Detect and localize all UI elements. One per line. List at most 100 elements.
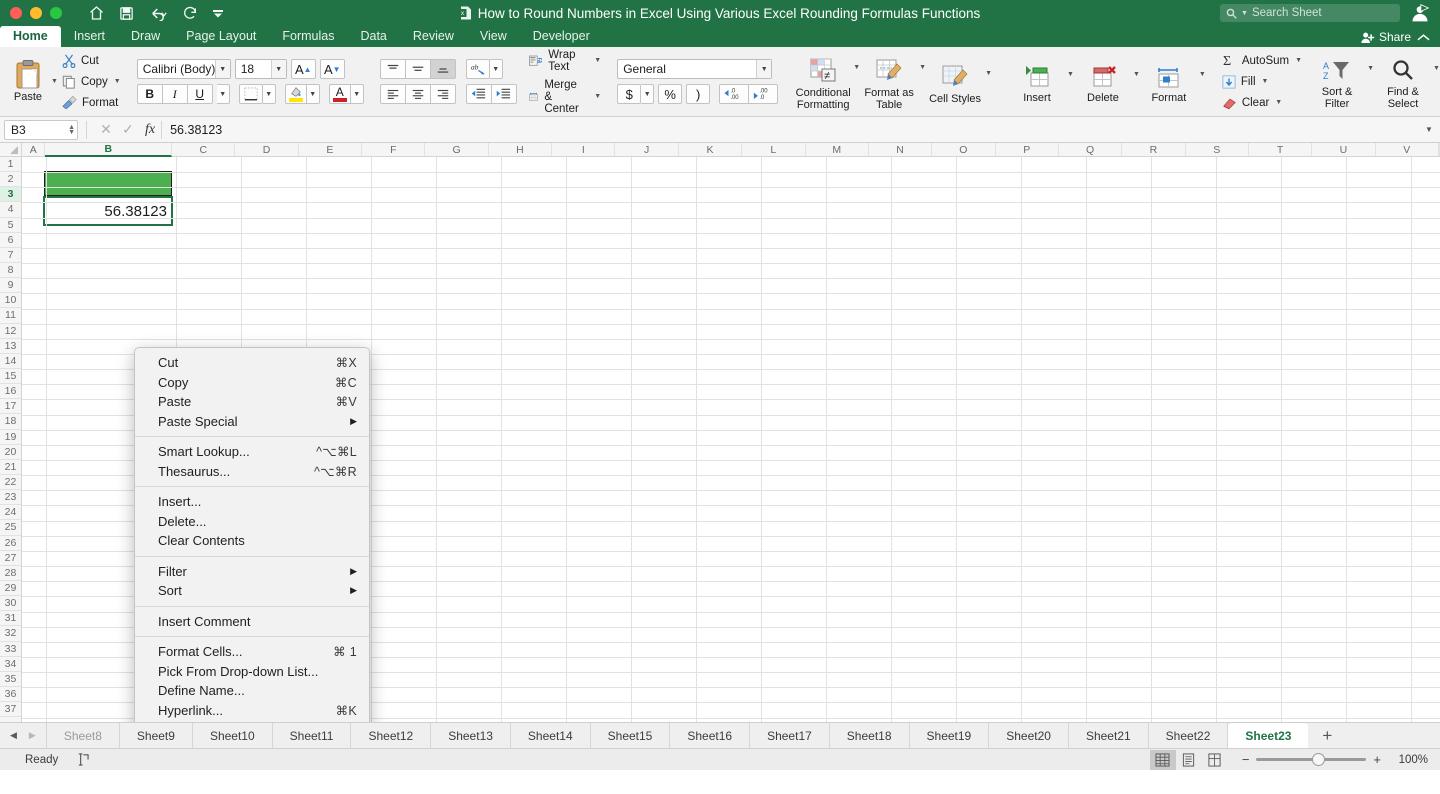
- sheet-tab-sheet22[interactable]: Sheet22: [1149, 723, 1229, 748]
- column-header-R[interactable]: R: [1122, 143, 1185, 156]
- align-center-button[interactable]: [405, 84, 431, 104]
- autosum-dropdown-icon[interactable]: ▼: [1295, 57, 1302, 64]
- tab-data[interactable]: Data: [347, 26, 399, 47]
- sheet-tab-sheet20[interactable]: Sheet20: [989, 723, 1069, 748]
- sort-filter-button[interactable]: A Z Sort & Filter: [1308, 53, 1366, 110]
- row-header-15[interactable]: 15: [0, 369, 21, 384]
- row-header-36[interactable]: 36: [0, 687, 21, 702]
- column-header-T[interactable]: T: [1249, 143, 1312, 156]
- sheet-tab-sheet23[interactable]: Sheet23: [1228, 723, 1308, 748]
- tab-developer[interactable]: Developer: [520, 26, 603, 47]
- cell-styles-dropdown-icon[interactable]: ▼: [985, 70, 992, 77]
- row-header-21[interactable]: 21: [0, 460, 21, 475]
- comma-format-button[interactable]: ): [686, 84, 710, 104]
- column-header-K[interactable]: K: [679, 143, 742, 156]
- decrease-font-size-button[interactable]: A▼: [320, 59, 345, 79]
- column-header-M[interactable]: M: [806, 143, 869, 156]
- autosum-button[interactable]: Σ AutoSum ▼: [1222, 52, 1302, 69]
- sheet-tab-sheet12[interactable]: Sheet12: [351, 723, 431, 748]
- account-avatar-icon[interactable]: [1410, 3, 1430, 23]
- row-header-18[interactable]: 18: [0, 414, 21, 429]
- context-menu[interactable]: Cut⌘XCopy⌘CPaste⌘VPaste Special▶Smart Lo…: [134, 347, 370, 722]
- font-color-button[interactable]: A: [329, 84, 351, 104]
- wrap-text-dropdown-icon[interactable]: ▼: [594, 57, 601, 64]
- tab-formulas[interactable]: Formulas: [269, 26, 347, 47]
- row-header-20[interactable]: 20: [0, 445, 21, 460]
- cancel-icon[interactable]: ✕: [95, 121, 117, 138]
- context-menu-item-clear-contents[interactable]: Clear Contents: [135, 531, 369, 551]
- borders-button[interactable]: [239, 84, 263, 104]
- close-window-button[interactable]: [10, 7, 22, 19]
- zoom-slider[interactable]: [1256, 758, 1366, 761]
- chevron-down-icon[interactable]: ▼: [756, 60, 771, 78]
- share-button[interactable]: Share: [1361, 30, 1411, 44]
- search-input[interactable]: ▼ Search Sheet: [1220, 4, 1400, 22]
- row-header-7[interactable]: 7: [0, 248, 21, 263]
- fill-button[interactable]: Fill ▼: [1222, 73, 1302, 90]
- context-menu-item-copy[interactable]: Copy⌘C: [135, 373, 369, 393]
- column-header-Q[interactable]: Q: [1059, 143, 1122, 156]
- row-header-9[interactable]: 9: [0, 278, 21, 293]
- minimize-window-button[interactable]: [30, 7, 42, 19]
- row-header-5[interactable]: 5: [0, 218, 21, 233]
- format-cells-button[interactable]: Format: [1140, 59, 1198, 104]
- paste-dropdown-icon[interactable]: ▼: [51, 78, 58, 85]
- row-header-17[interactable]: 17: [0, 399, 21, 414]
- sheet-tab-sheet8[interactable]: Sheet8: [46, 723, 120, 748]
- context-menu-item-define-name[interactable]: Define Name...: [135, 681, 369, 701]
- decrease-decimal-button[interactable]: .00.0: [748, 84, 778, 104]
- context-menu-item-pick-from-drop-down-list[interactable]: Pick From Drop-down List...: [135, 662, 369, 682]
- chevron-down-icon[interactable]: ▼: [271, 60, 286, 78]
- select-all-button[interactable]: [0, 143, 22, 156]
- row-header-13[interactable]: 13: [0, 339, 21, 354]
- row-header-32[interactable]: 32: [0, 626, 21, 641]
- number-format-select[interactable]: General ▼: [617, 59, 772, 79]
- chevron-down-icon[interactable]: ▼: [215, 60, 230, 78]
- context-menu-item-smart-lookup[interactable]: Smart Lookup...^⌥⌘L: [135, 442, 369, 462]
- column-header-C[interactable]: C: [172, 143, 235, 156]
- context-menu-item-filter[interactable]: Filter▶: [135, 562, 369, 582]
- row-header-23[interactable]: 23: [0, 490, 21, 505]
- name-box[interactable]: B3 ▲▼: [4, 120, 78, 140]
- increase-font-size-button[interactable]: A▲: [291, 59, 316, 79]
- conditional-formatting-dropdown-icon[interactable]: ▼: [853, 64, 860, 71]
- context-menu-item-delete[interactable]: Delete...: [135, 512, 369, 532]
- column-header-N[interactable]: N: [869, 143, 932, 156]
- clear-button[interactable]: Clear ▼: [1222, 94, 1302, 111]
- insert-cells-dropdown-icon[interactable]: ▼: [1067, 71, 1074, 78]
- cell-styles-button[interactable]: Cell Styles: [926, 58, 984, 105]
- format-as-table-dropdown-icon[interactable]: ▼: [919, 64, 926, 71]
- row-header-31[interactable]: 31: [0, 611, 21, 626]
- sheet-tab-sheet17[interactable]: Sheet17: [750, 723, 830, 748]
- row-header-11[interactable]: 11: [0, 308, 21, 323]
- cell-B3-selected[interactable]: 56.38123: [43, 196, 173, 226]
- row-header-1[interactable]: 1: [0, 157, 21, 172]
- sheet-tab-sheet21[interactable]: Sheet21: [1069, 723, 1149, 748]
- font-size-select[interactable]: 18 ▼: [235, 59, 287, 79]
- column-header-A[interactable]: A: [22, 143, 45, 156]
- sheet-tab-sheet15[interactable]: Sheet15: [591, 723, 671, 748]
- merge-center-dropdown-icon[interactable]: ▼: [594, 93, 601, 100]
- increase-decimal-button[interactable]: .0.00: [719, 84, 749, 104]
- chevron-up-icon[interactable]: [1417, 33, 1430, 42]
- context-menu-item-services[interactable]: Services▶: [135, 720, 369, 722]
- chevron-down-icon[interactable]: ▼: [1418, 125, 1440, 134]
- copy-button[interactable]: Copy ▼: [62, 73, 121, 90]
- align-right-button[interactable]: [430, 84, 456, 104]
- italic-button[interactable]: I: [162, 84, 188, 104]
- sort-filter-dropdown-icon[interactable]: ▼: [1367, 65, 1374, 72]
- accessibility-icon[interactable]: [76, 753, 89, 766]
- fill-color-button[interactable]: [285, 84, 307, 104]
- fill-dropdown-icon[interactable]: ▼: [1262, 78, 1269, 85]
- column-header-S[interactable]: S: [1186, 143, 1249, 156]
- sheet-tab-sheet10[interactable]: Sheet10: [193, 723, 273, 748]
- column-header-L[interactable]: L: [742, 143, 805, 156]
- column-header-I[interactable]: I: [552, 143, 615, 156]
- context-menu-item-insert-comment[interactable]: Insert Comment: [135, 612, 369, 632]
- row-header-25[interactable]: 25: [0, 520, 21, 535]
- align-bottom-button[interactable]: [430, 59, 456, 79]
- sheet-tab-sheet19[interactable]: Sheet19: [910, 723, 990, 748]
- row-header-33[interactable]: 33: [0, 642, 21, 657]
- sheet-tab-sheet16[interactable]: Sheet16: [670, 723, 750, 748]
- context-menu-item-cut[interactable]: Cut⌘X: [135, 353, 369, 373]
